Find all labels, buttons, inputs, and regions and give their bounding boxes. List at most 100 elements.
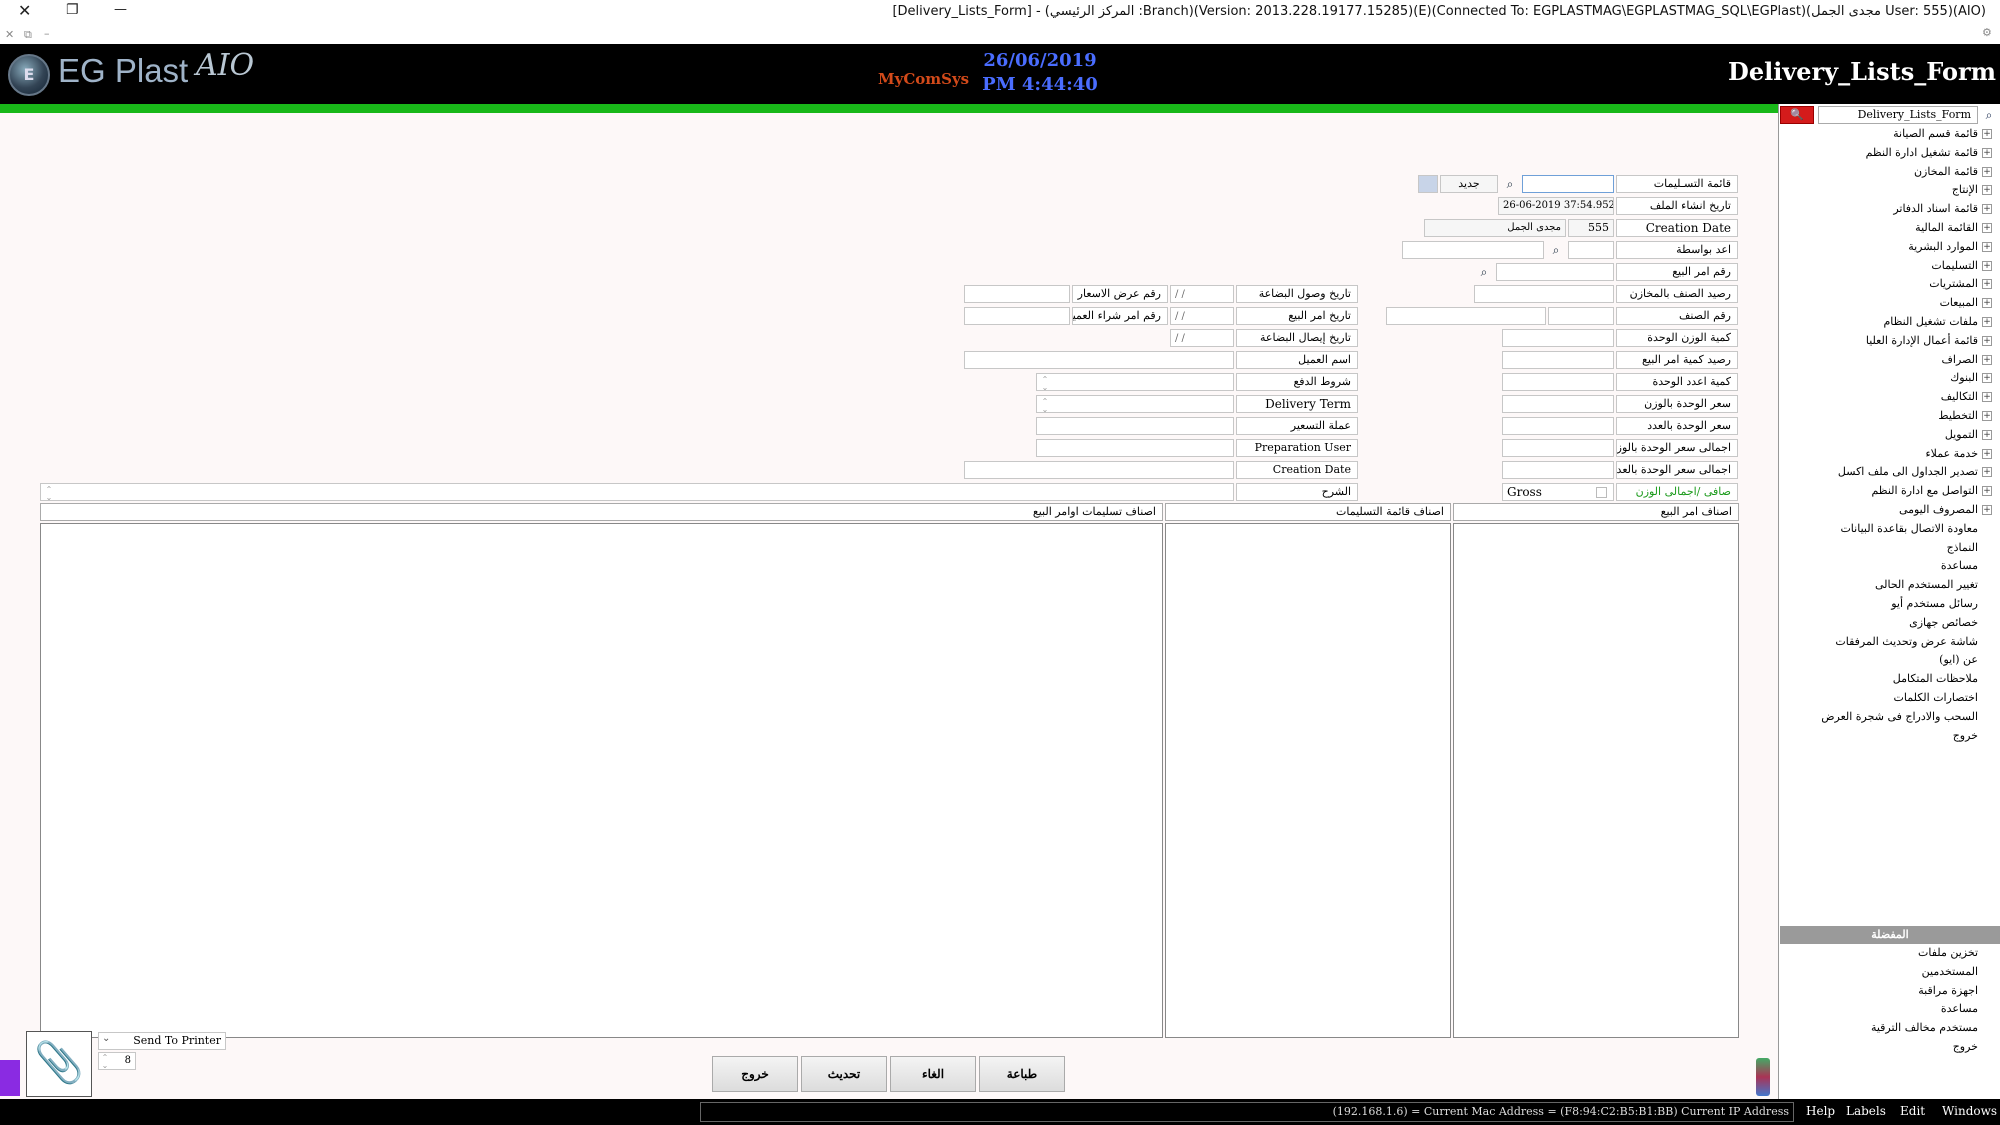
scroll-handle[interactable] <box>1756 1058 1770 1096</box>
tree-item[interactable]: التكاليف <box>1780 388 1978 406</box>
favorite-item[interactable]: المستخدمين <box>1780 963 1978 981</box>
tree-item[interactable]: الإنتاج <box>1780 181 1978 199</box>
tree-expand-icon[interactable]: + <box>1982 204 1992 215</box>
tree-item[interactable]: ملاحظات المتكامل <box>1780 670 1978 688</box>
tree-expand-icon[interactable]: + <box>1982 505 1992 515</box>
delivery-list-items-grid[interactable] <box>1165 523 1451 1038</box>
delivery-list-search-icon[interactable]: ⌕ <box>1500 175 1520 193</box>
cancel-button[interactable]: الغاء <box>890 1056 976 1092</box>
prepared-by-id[interactable] <box>1568 241 1614 259</box>
settings-icon[interactable]: ⚙ <box>1982 26 1992 39</box>
tree-item[interactable]: النماذج <box>1780 539 1978 557</box>
tree-item[interactable]: التمويل <box>1780 426 1978 444</box>
menu-help[interactable]: Help <box>1806 1104 1835 1118</box>
tree-expand-icon[interactable]: + <box>1982 298 1992 309</box>
unit-count-price-field[interactable] <box>1502 417 1614 435</box>
tree-search-button[interactable]: 🔍 <box>1780 106 1814 124</box>
mdi-close-icon[interactable]: ✕ <box>5 28 14 41</box>
tree-item[interactable]: المبيعات <box>1780 294 1978 312</box>
tree-expand-icon[interactable]: + <box>1982 260 1992 271</box>
tree-expand-icon[interactable]: + <box>1982 373 1992 384</box>
tree-expand-icon[interactable]: + <box>1982 317 1992 327</box>
tree-search-input[interactable]: Delivery_Lists_Form <box>1818 106 1978 124</box>
tree-item[interactable]: السحب والادراج فى شجرة العرض <box>1780 708 1978 726</box>
favorite-item[interactable]: خروج <box>1780 1038 1978 1056</box>
sales-order-input[interactable] <box>1496 263 1614 281</box>
payment-terms-select[interactable] <box>1036 373 1234 391</box>
new-button[interactable]: جديد <box>1440 175 1498 193</box>
printer-select-chevron-icon[interactable]: ⌄ <box>102 1033 110 1044</box>
tree-expand-icon[interactable]: + <box>1982 166 1992 177</box>
tree-item[interactable]: قائمة المخازن <box>1780 163 1978 181</box>
mdi-minimize-icon[interactable]: – <box>44 27 50 40</box>
customer-po-field[interactable] <box>964 307 1070 325</box>
tree-expand-icon[interactable]: + <box>1982 486 1992 497</box>
tree-expand-icon[interactable]: + <box>1982 129 1992 139</box>
tree-expand-icon[interactable]: + <box>1982 335 1992 346</box>
tree-item[interactable]: تغيير المستخدم الحالى <box>1780 576 1978 594</box>
net-gross-field[interactable]: Gross <box>1502 483 1614 501</box>
unit-count-qty-field[interactable] <box>1502 373 1614 391</box>
tree-item[interactable]: شاشة عرض وتحديث المرفقات <box>1780 633 1978 651</box>
tree-expand-icon[interactable]: + <box>1982 467 1992 478</box>
favorite-item[interactable]: مساعدة <box>1780 1000 1978 1018</box>
tree-expand-icon[interactable]: + <box>1982 448 1992 459</box>
tree-item[interactable]: ملفات تشغيل النظام <box>1780 313 1978 331</box>
tree-item[interactable]: التواصل مع ادارة النظم <box>1780 482 1978 500</box>
tree-item[interactable]: التخطيط <box>1780 407 1978 425</box>
tree-expand-icon[interactable]: + <box>1982 279 1992 290</box>
sales-order-date-field[interactable]: / / <box>1170 307 1234 325</box>
tree-expand-icon[interactable]: + <box>1982 185 1992 196</box>
tree-item[interactable]: قائمة تشغيل ادارة النظم <box>1780 144 1978 162</box>
delivery-term-select[interactable] <box>1036 395 1234 413</box>
goods-arrival-date-field[interactable]: / / <box>1170 285 1234 303</box>
tree-expand-icon[interactable]: + <box>1982 147 1992 158</box>
delivery-term-spinner-icon[interactable]: ⌃ ⌄ <box>1040 398 1050 414</box>
favorite-item[interactable]: اجهزة مراقبة <box>1780 982 1978 1000</box>
sales-order-items-grid[interactable] <box>1453 523 1739 1038</box>
tree-item[interactable]: خصائص جهازى <box>1780 614 1978 632</box>
tree-item[interactable]: البنوك <box>1780 369 1978 387</box>
tree-item[interactable]: تصدير الجداول الى ملف اكسل <box>1780 463 1978 481</box>
tree-item[interactable]: الصراف <box>1780 351 1978 369</box>
tree-item[interactable]: معاودة الاتصال بقاعدة البيانات <box>1780 520 1978 538</box>
notes-field[interactable] <box>40 483 1234 501</box>
tree-item[interactable]: مساعدة <box>1780 557 1978 575</box>
favorite-item[interactable]: مستخدم مخالف الترقية <box>1780 1019 1978 1037</box>
payment-terms-spinner-icon[interactable]: ⌃ ⌄ <box>1040 376 1050 392</box>
tree-item[interactable]: قائمة قسم الصيانة <box>1780 125 1978 143</box>
pricing-currency-field[interactable] <box>1036 417 1234 435</box>
attachment-icon[interactable]: 📎 <box>26 1031 92 1097</box>
tree-item[interactable]: التسليمات <box>1780 257 1978 275</box>
tree-item[interactable]: عن (ايو) <box>1780 651 1978 669</box>
print-button[interactable]: طباعة <box>979 1056 1065 1092</box>
delivered-items-grid[interactable] <box>40 523 1163 1038</box>
tree-item[interactable]: رسائل مستخدم أيو <box>1780 595 1978 613</box>
tree-expand-icon[interactable]: + <box>1982 411 1992 421</box>
tree-item[interactable]: القائمة المالية <box>1780 219 1978 237</box>
tree-item[interactable]: اختصارات الكلمات <box>1780 689 1978 707</box>
menu-labels[interactable]: Labels <box>1846 1104 1886 1118</box>
mdi-restore-icon[interactable]: ⧉ <box>24 28 32 42</box>
tree-item[interactable]: الموارد البشرية <box>1780 238 1978 256</box>
unit-weight-qty-field[interactable] <box>1502 329 1614 347</box>
item-no-input[interactable] <box>1548 307 1614 325</box>
gross-checkbox[interactable] <box>1596 487 1607 498</box>
exit-button[interactable]: خروج <box>712 1056 798 1092</box>
tree-item[interactable]: المصروف اليومى <box>1780 501 1978 519</box>
update-button[interactable]: تحديث <box>801 1056 887 1092</box>
tree-expand-icon[interactable]: + <box>1982 429 1992 440</box>
window-close-icon[interactable]: ✕ <box>18 1 31 20</box>
unit-weight-price-field[interactable] <box>1502 395 1614 413</box>
tree-expand-icon[interactable]: + <box>1982 223 1992 233</box>
quotation-no-field[interactable] <box>964 285 1070 303</box>
new-toggle-icon[interactable] <box>1418 175 1438 193</box>
tree-expand-icon[interactable]: + <box>1982 241 1992 252</box>
sales-order-search-icon[interactable]: ⌕ <box>1474 263 1494 281</box>
delivery-list-input[interactable] <box>1522 175 1614 193</box>
tree-expand-icon[interactable]: + <box>1982 354 1992 365</box>
prepared-by-search-icon[interactable]: ⌕ <box>1546 241 1566 259</box>
tree-item[interactable]: خروج <box>1780 727 1978 745</box>
favorite-item[interactable]: تخزين ملفات <box>1780 944 1978 962</box>
delivery-receipt-date-field[interactable]: / / <box>1170 329 1234 347</box>
